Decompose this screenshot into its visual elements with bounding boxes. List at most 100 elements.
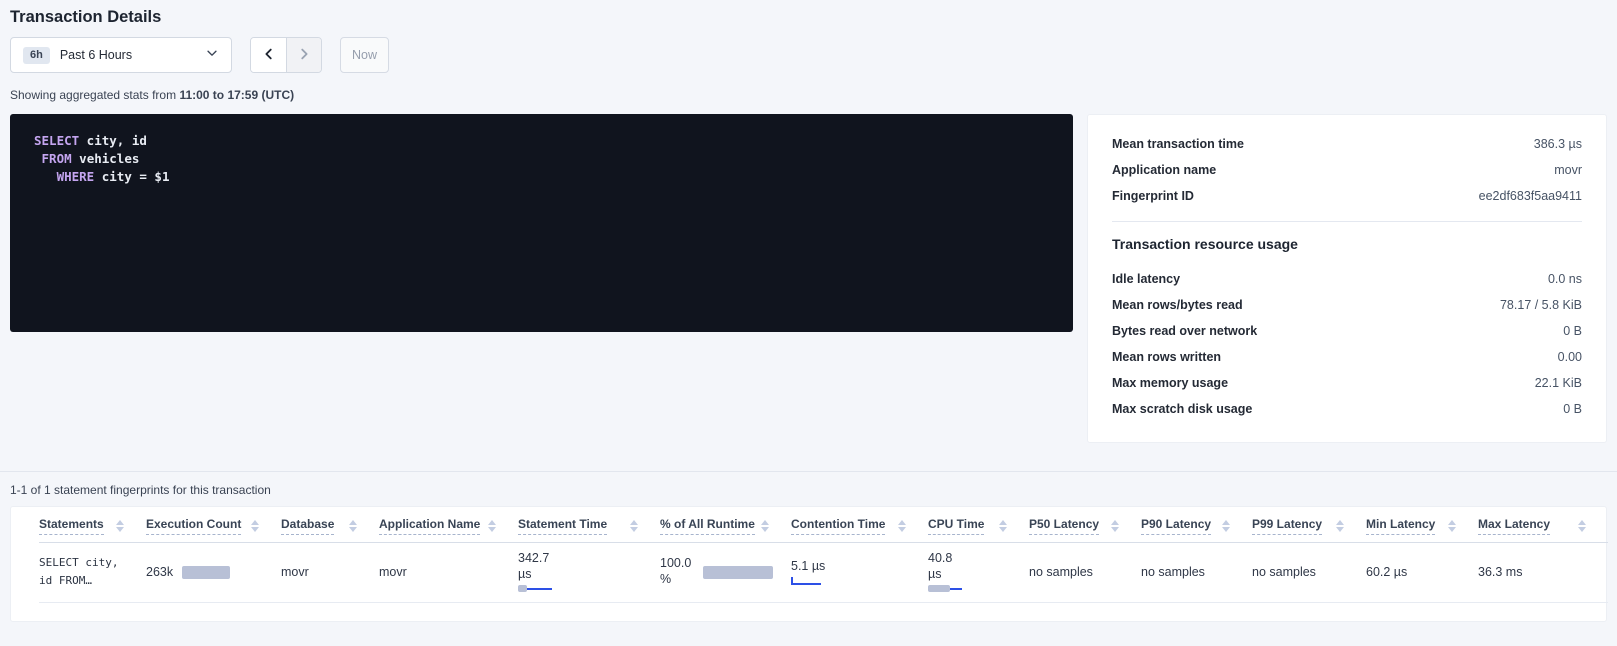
cpu-time-unit: µs: [928, 567, 1019, 583]
prev-range-button[interactable]: [251, 38, 286, 72]
column-header-min-latency[interactable]: Min Latency: [1366, 507, 1478, 542]
sql-statement-box: SELECT city, id FROM vehicles WHERE city…: [10, 114, 1073, 332]
aggregated-stats-prefix: Showing aggregated stats from: [10, 88, 179, 102]
aggregated-stats-window: 11:00 to 17:59 (UTC): [179, 88, 294, 102]
stat-value: 0 B: [1563, 402, 1582, 416]
runtime-pct-unit: %: [660, 572, 691, 588]
statement-fingerprints-caption: 1-1 of 1 statement fingerprints for this…: [10, 483, 1607, 497]
statement-row: SELECT city, id FROM… 263k movr movr: [39, 542, 1608, 602]
sort-icon[interactable]: [761, 520, 769, 532]
stat-label: Mean rows written: [1112, 350, 1221, 364]
stat-value: ee2df683f5aa9411: [1479, 189, 1582, 203]
max-latency-value: 36.3 ms: [1478, 565, 1522, 579]
sql-text: vehicles: [72, 151, 140, 166]
stat-row-mean-rows-bytes-read: Mean rows/bytes read 78.17 / 5.8 KiB: [1112, 292, 1582, 318]
column-label: Application Name: [379, 517, 480, 535]
runtime-pct-bar: [703, 566, 773, 579]
statement-line: SELECT city,: [39, 554, 136, 572]
stat-value: 386.3 µs: [1534, 137, 1582, 151]
next-range-button[interactable]: [286, 38, 321, 72]
p90-latency-value: no samples: [1141, 565, 1205, 579]
statements-table-card: Statements Execution Count Database Appl…: [10, 506, 1607, 622]
column-label: Database: [281, 517, 334, 535]
contention-time-bar: [791, 578, 821, 586]
column-label: P50 Latency: [1029, 517, 1099, 535]
statement-time-unit: µs: [518, 567, 650, 583]
time-range-dropdown[interactable]: 6h Past 6 Hours: [10, 37, 232, 73]
column-label: Max Latency: [1478, 517, 1550, 535]
contention-time-value: 5.1 µs: [791, 559, 918, 573]
sort-icon[interactable]: [898, 520, 906, 532]
execution-count-bar: [182, 566, 230, 579]
sql-text: city, id: [79, 133, 147, 148]
sort-icon[interactable]: [1448, 520, 1456, 532]
contention-time-cell: 5.1 µs: [791, 559, 918, 586]
stat-label: Mean transaction time: [1112, 137, 1244, 151]
time-step-buttons: [250, 37, 322, 73]
sql-keyword: FROM: [42, 151, 72, 166]
statement-line: id FROM…: [39, 572, 136, 590]
stat-row-mean-transaction-time: Mean transaction time 386.3 µs: [1112, 131, 1582, 157]
column-header-max-latency[interactable]: Max Latency: [1478, 507, 1608, 542]
stat-label: Application name: [1112, 163, 1216, 177]
stat-value: 22.1 KiB: [1535, 376, 1582, 390]
stats-divider: [1112, 221, 1582, 222]
sort-icon[interactable]: [488, 520, 496, 532]
sql-statement-text: SELECT city, id FROM vehicles WHERE city…: [34, 132, 1049, 186]
column-header-runtime-pct[interactable]: % of All Runtime: [660, 507, 791, 542]
stat-value: 78.17 / 5.8 KiB: [1500, 298, 1582, 312]
sql-keyword: SELECT: [34, 133, 79, 148]
column-header-statement-time[interactable]: Statement Time: [518, 507, 660, 542]
chevron-down-icon: [205, 46, 219, 65]
column-header-statements[interactable]: Statements: [39, 507, 146, 542]
column-header-p50-latency[interactable]: P50 Latency: [1029, 507, 1141, 542]
sort-icon[interactable]: [1578, 520, 1586, 532]
sort-icon[interactable]: [251, 520, 259, 532]
column-label: P99 Latency: [1252, 517, 1322, 535]
statements-table: Statements Execution Count Database Appl…: [39, 507, 1608, 603]
runtime-pct-value: 100.0: [660, 556, 691, 572]
stat-row-max-memory-usage: Max memory usage 22.1 KiB: [1112, 370, 1582, 396]
column-header-p90-latency[interactable]: P90 Latency: [1141, 507, 1252, 542]
column-header-p99-latency[interactable]: P99 Latency: [1252, 507, 1366, 542]
column-header-execution-count[interactable]: Execution Count: [146, 507, 281, 542]
time-range-badge: 6h: [23, 47, 50, 64]
cpu-time-cell: 40.8 µs: [928, 551, 1019, 593]
stat-label: Mean rows/bytes read: [1112, 298, 1243, 312]
p50-latency-value: no samples: [1029, 565, 1093, 579]
sql-indent: [34, 151, 42, 166]
stat-row-fingerprint-id: Fingerprint ID ee2df683f5aa9411: [1112, 183, 1582, 209]
column-header-cpu-time[interactable]: CPU Time: [928, 507, 1029, 542]
stat-label: Max scratch disk usage: [1112, 402, 1252, 416]
column-label: Statement Time: [518, 517, 607, 535]
sort-icon[interactable]: [1111, 520, 1119, 532]
column-label: P90 Latency: [1141, 517, 1211, 535]
stat-label: Fingerprint ID: [1112, 189, 1194, 203]
database-value: movr: [281, 565, 309, 579]
sort-icon[interactable]: [630, 520, 638, 532]
sql-keyword: WHERE: [57, 169, 95, 184]
stat-value: 0.0 ns: [1548, 272, 1582, 286]
column-header-application-name[interactable]: Application Name: [379, 507, 518, 542]
page-title: Transaction Details: [10, 8, 1607, 27]
stat-label: Max memory usage: [1112, 376, 1228, 390]
stat-value: 0.00: [1558, 350, 1582, 364]
column-label: Min Latency: [1366, 517, 1435, 535]
sort-icon[interactable]: [1336, 520, 1344, 532]
column-header-database[interactable]: Database: [281, 507, 379, 542]
column-header-contention-time[interactable]: Contention Time: [791, 507, 928, 542]
sql-indent: [34, 169, 57, 184]
transaction-details-page: Transaction Details 6h Past 6 Hours Now …: [0, 8, 1617, 622]
sort-icon[interactable]: [116, 520, 124, 532]
sort-icon[interactable]: [1222, 520, 1230, 532]
column-label: CPU Time: [928, 517, 984, 535]
statement-fingerprint-link[interactable]: SELECT city, id FROM…: [39, 554, 136, 589]
details-top-section: SELECT city, id FROM vehicles WHERE city…: [10, 114, 1607, 443]
cpu-time-bar: [928, 585, 962, 593]
sort-icon[interactable]: [349, 520, 357, 532]
now-button[interactable]: Now: [340, 37, 389, 73]
statement-time-value: 342.7: [518, 551, 650, 567]
time-controls: 6h Past 6 Hours Now: [10, 37, 1607, 73]
stat-label: Bytes read over network: [1112, 324, 1257, 338]
sort-icon[interactable]: [999, 520, 1007, 532]
